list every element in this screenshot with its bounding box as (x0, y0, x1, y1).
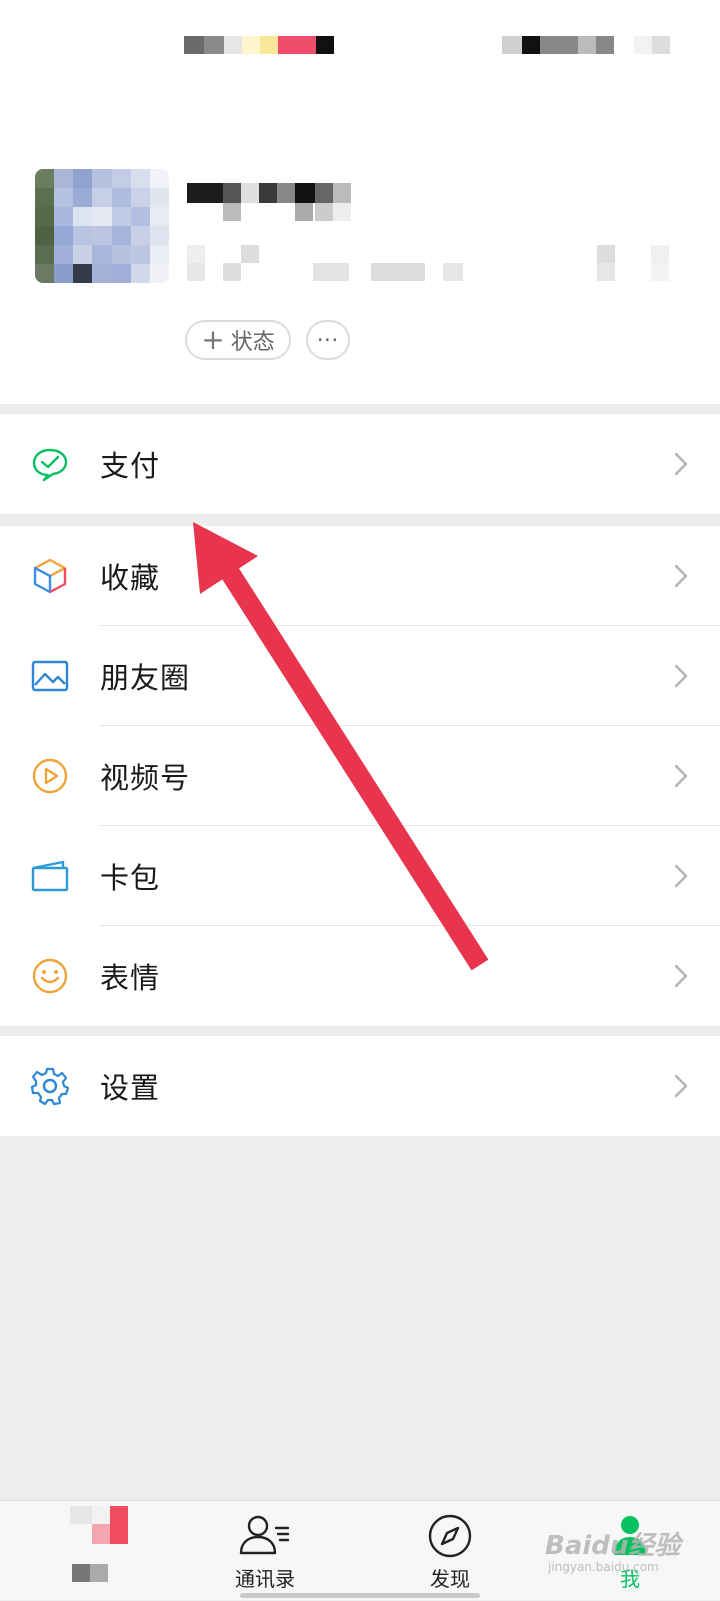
sticker-smiley-icon (32, 958, 68, 994)
menu-item-label: 支付 (100, 449, 161, 483)
tab-contacts[interactable]: 通讯录 (205, 1501, 325, 1601)
menu-item-moments[interactable]: 朋友圈 (0, 626, 720, 726)
wechat-pay-icon (32, 448, 68, 482)
menu-item-label: 设置 (100, 1071, 161, 1105)
watermark-url: jingyan.baidu.com (548, 1560, 659, 1574)
menu-item-settings[interactable]: 设置 (0, 1036, 720, 1136)
plus-icon: + (201, 323, 225, 356)
home-indicator (240, 1593, 480, 1598)
pay-group: 支付 (0, 414, 720, 514)
channels-play-icon (32, 758, 68, 794)
menu-item-label: 表情 (100, 961, 161, 995)
card-wallet-icon (31, 860, 69, 892)
menu-item-label: 朋友圈 (100, 661, 191, 695)
menu-item-favorites[interactable]: 收藏 (0, 526, 720, 626)
chevron-right-icon (674, 964, 688, 988)
settings-gear-icon (30, 1067, 70, 1106)
tab-label: 通讯录 (235, 1567, 295, 1591)
status-button-label: 状态 (230, 330, 275, 355)
nickname-obscured (187, 183, 387, 228)
more-dots-icon: ··· (316, 328, 340, 352)
discover-compass-icon (428, 1514, 472, 1558)
menu-item-label: 视频号 (100, 761, 191, 795)
menu-item-pay[interactable]: 支付 (0, 414, 720, 514)
profile-header: + 状态 ··· (0, 0, 720, 404)
menu-item-channels[interactable]: 视频号 (0, 726, 720, 826)
status-bar-obscured (0, 0, 720, 90)
more-status-button[interactable]: ··· (306, 320, 350, 360)
watermark: Baidu经验 (545, 1531, 681, 1561)
add-status-button[interactable]: + 状态 (185, 320, 291, 360)
settings-group: 设置 (0, 1036, 720, 1136)
chevron-right-icon (674, 664, 688, 688)
chevron-right-icon (674, 764, 688, 788)
favorites-cube-icon (33, 558, 67, 594)
chevron-right-icon (674, 864, 688, 888)
tab-discover[interactable]: 发现 (390, 1501, 510, 1601)
menu-item-stickers[interactable]: 表情 (0, 926, 720, 1026)
avatar[interactable] (35, 169, 169, 283)
moments-picture-icon (31, 660, 69, 692)
wechat-id-obscured (187, 245, 687, 285)
menu-item-label: 卡包 (100, 861, 161, 895)
chevron-right-icon (674, 452, 688, 476)
tab-label: 发现 (430, 1567, 470, 1591)
tab-chats[interactable] (40, 1501, 160, 1601)
chevron-right-icon (674, 1074, 688, 1098)
main-menu-group: 收藏 朋友圈 视频号 卡包 表情 (0, 526, 720, 1026)
contacts-icon (239, 1515, 290, 1555)
menu-item-label: 收藏 (100, 561, 161, 595)
chevron-right-icon (674, 564, 688, 588)
menu-item-card-wallet[interactable]: 卡包 (0, 826, 720, 926)
